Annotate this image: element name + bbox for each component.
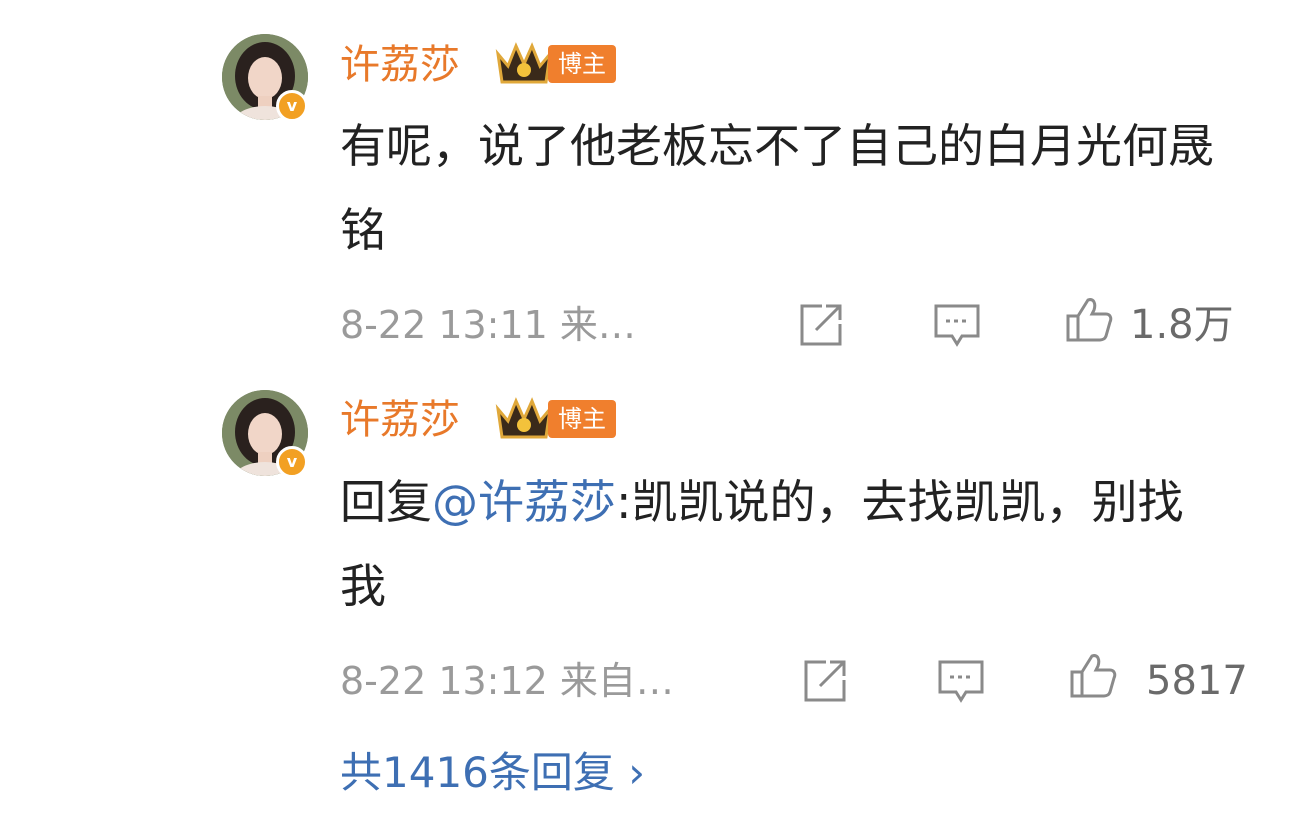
username[interactable]: 许荔莎 (340, 40, 460, 90)
author-tag: 博主 (548, 45, 616, 83)
comment-icon[interactable] (936, 656, 986, 706)
username[interactable]: 许荔莎 (340, 395, 460, 445)
verified-v-icon: v (276, 90, 308, 122)
like-icon[interactable] (1064, 294, 1114, 344)
like-count: 5817 (1146, 658, 1248, 704)
crown-icon (495, 42, 553, 84)
mention-link[interactable]: @许荔莎 (432, 475, 616, 529)
verified-v-icon: v (276, 446, 308, 478)
share-icon[interactable] (800, 656, 850, 706)
author-tag: 博主 (548, 400, 616, 438)
share-icon[interactable] (796, 300, 846, 350)
view-all-replies-link[interactable]: 共1416条回复 › (340, 745, 645, 801)
like-icon[interactable] (1068, 650, 1118, 700)
crown-icon (495, 397, 553, 439)
like-count: 1.8万 (1130, 302, 1234, 348)
comment-text: 回复@许荔莎:凯凯说的，去找凯凯，别找我 (340, 460, 1220, 628)
comment-text: 有呢，说了他老板忘不了自己的白月光何晟铭 (340, 119, 1214, 257)
comment-icon[interactable] (932, 300, 982, 350)
comment-timestamp: 8-22 13:12 来自… (340, 659, 674, 703)
comment-timestamp: 8-22 13:11 来… (340, 303, 636, 347)
reply-prefix: 回复 (340, 475, 432, 529)
